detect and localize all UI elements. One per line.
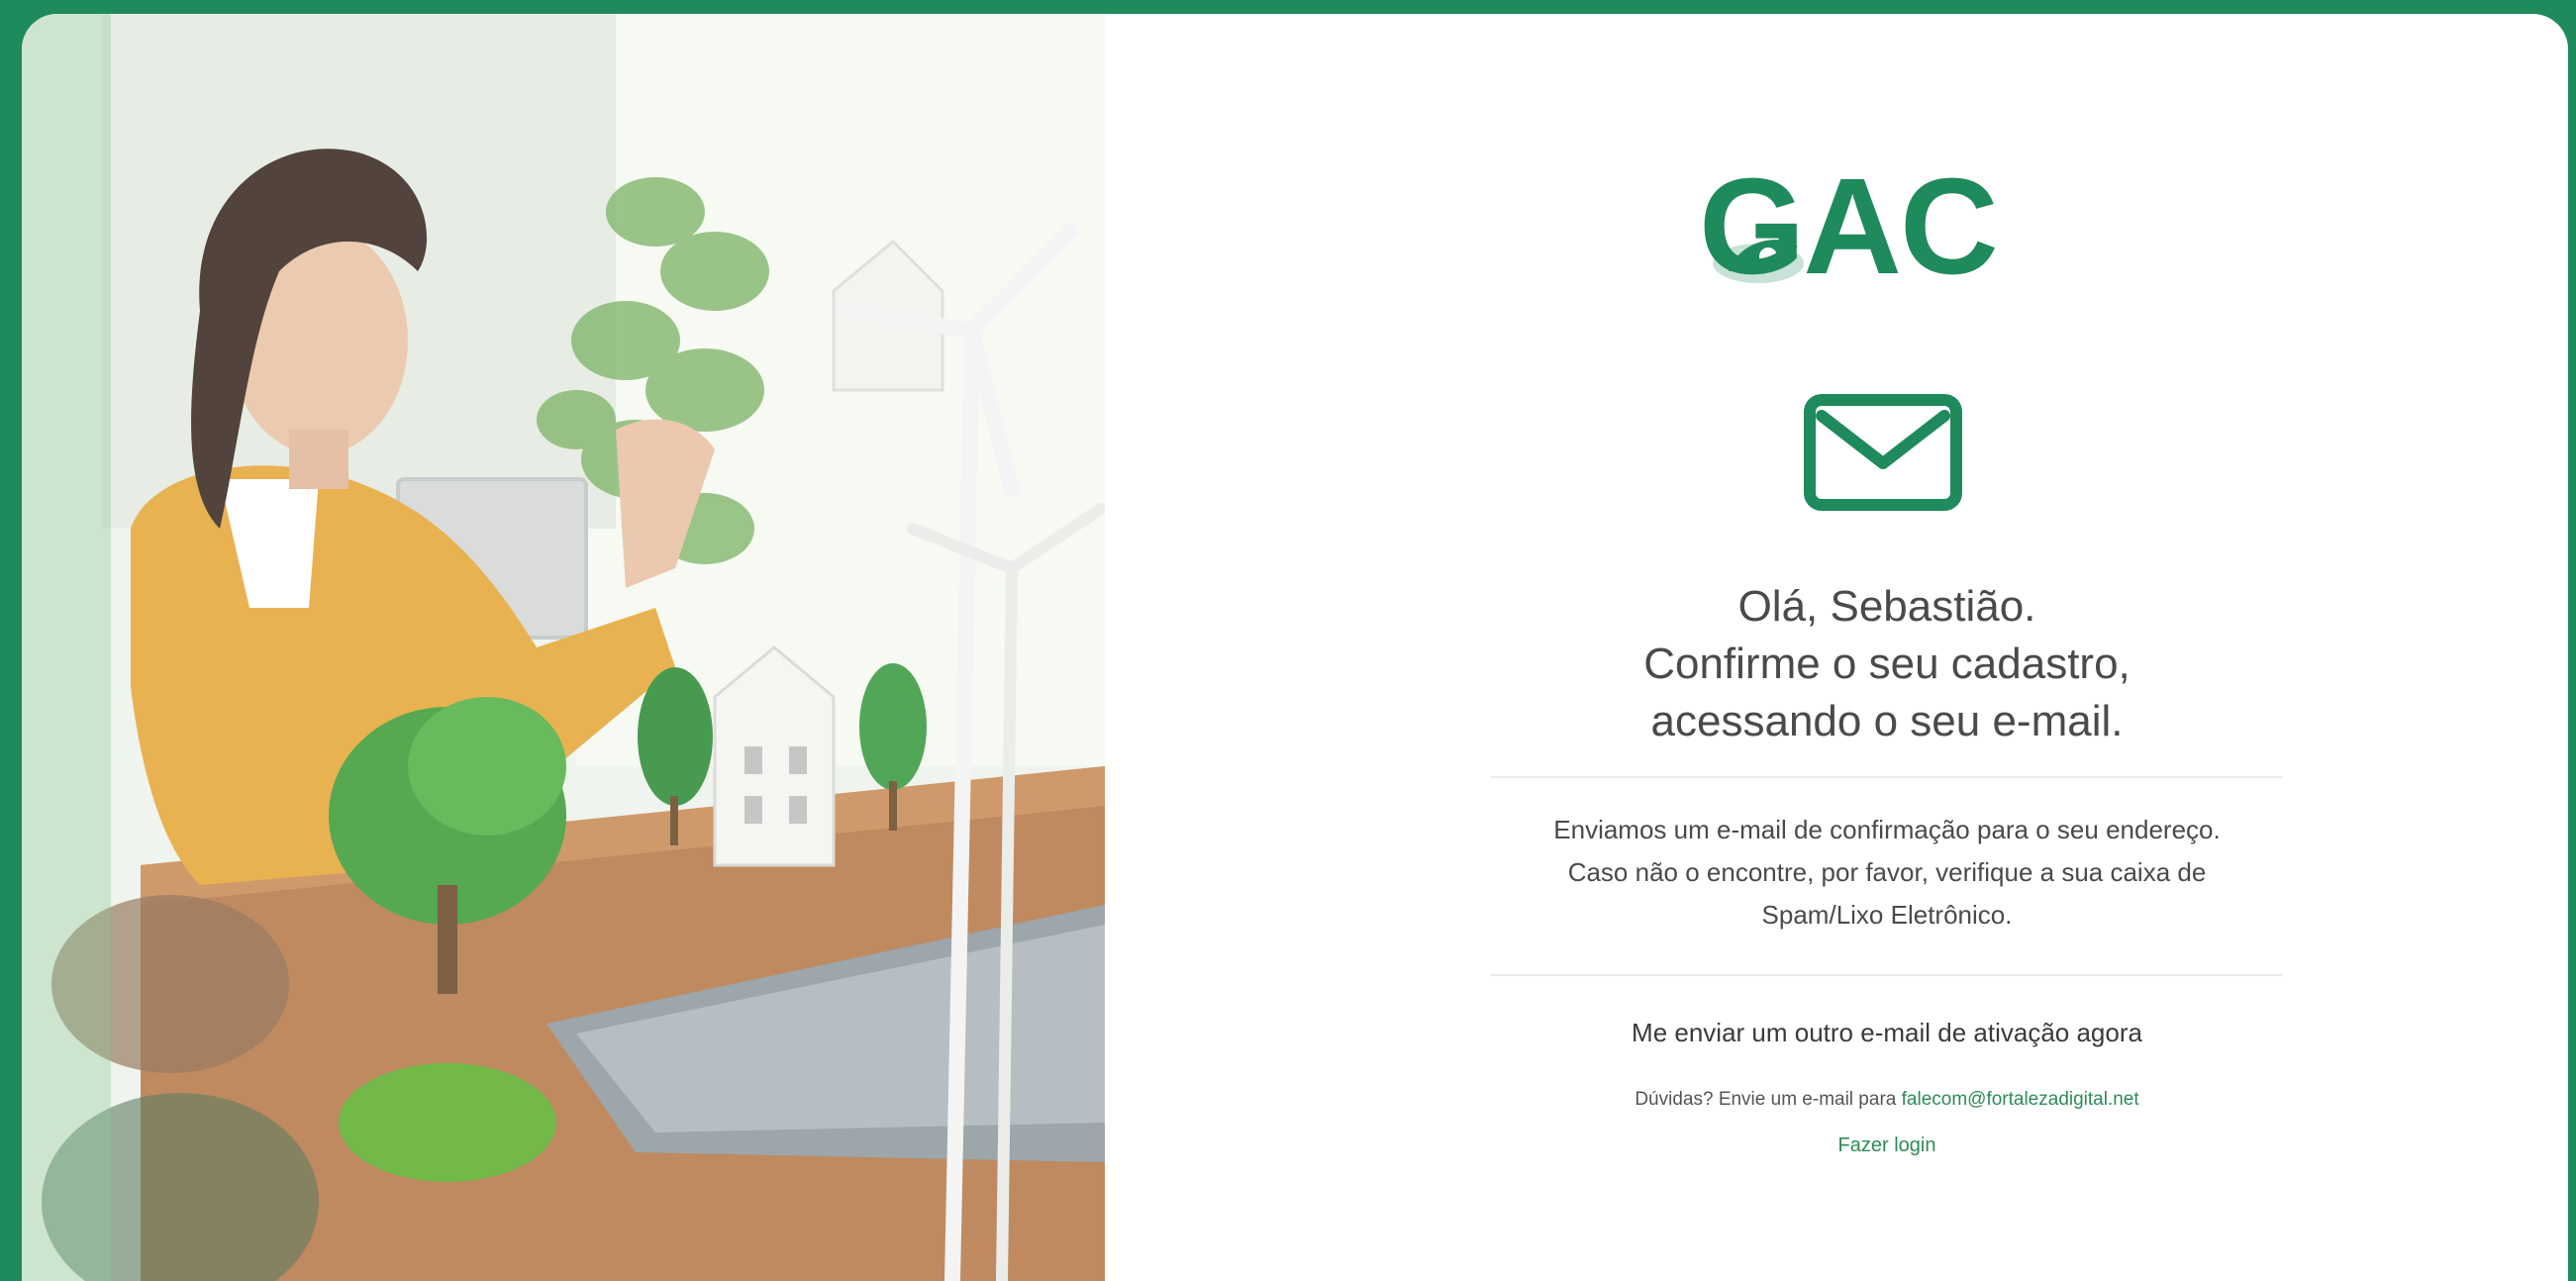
support-contact: Dúvidas? Envie um e-mail para falecom@fo…: [1501, 1085, 2273, 1115]
info-line-1: Enviamos um e-mail de confirmação para o…: [1553, 815, 2221, 844]
info-line-2: Caso não o encontre, por favor, verifiqu…: [1567, 857, 2207, 887]
hero-photo-illustration: [22, 14, 1105, 1281]
info-message: Enviamos um e-mail de confirmação para o…: [1461, 809, 2313, 936]
gac-logo: GAC: [1699, 152, 2026, 301]
info-line-3: Spam/Lixo Eletrônico.: [1761, 900, 2013, 930]
hero-photo: [22, 14, 1105, 1281]
greeting-message: Olá, Sebastião. Confirme o seu cadastro,…: [1441, 578, 2332, 750]
resend-activation-link[interactable]: Me enviar um outro e-mail de ativação ag…: [1501, 1016, 2273, 1049]
greeting-line-3: acessando o seu e-mail.: [1650, 697, 2124, 745]
page-frame: GAC Olá, Sebastião. Confirme o seu cadas…: [22, 14, 2568, 1281]
greeting-line-1: Olá, Sebastião.: [1737, 582, 2036, 631]
support-email-link[interactable]: falecom@fortalezadigital.net: [1902, 1089, 2139, 1110]
greeting-line-2: Confirme o seu cadastro,: [1643, 640, 2130, 688]
divider-bottom: [1491, 974, 2283, 976]
divider-top: [1491, 776, 2283, 778]
envelope-icon: [1804, 394, 1962, 511]
confirmation-panel: GAC Olá, Sebastião. Confirme o seu cadas…: [1105, 14, 2568, 1281]
support-prefix: Dúvidas? Envie um e-mail para: [1635, 1089, 1897, 1110]
login-link[interactable]: Fazer login: [1798, 1131, 1976, 1160]
logo-text: GAC: [1699, 150, 1999, 303]
